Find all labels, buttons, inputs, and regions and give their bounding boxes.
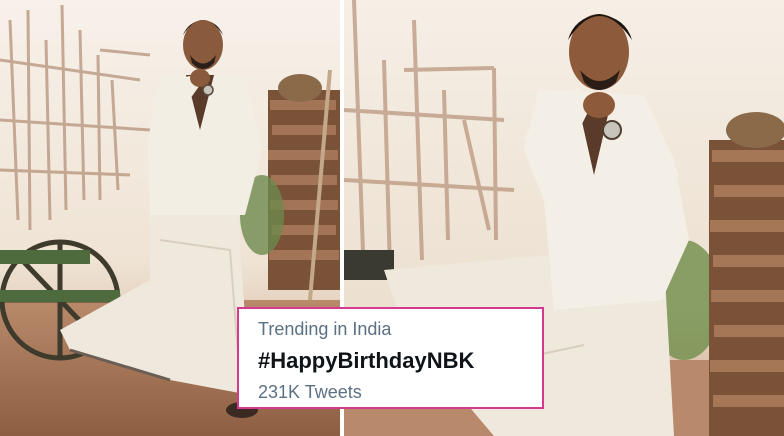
trend-tweet-count: 231K Tweets xyxy=(258,382,362,402)
trend-card[interactable]: Trending in India #HappyBirthdayNBK 231K… xyxy=(237,307,544,409)
trend-hashtag[interactable]: #HappyBirthdayNBK xyxy=(258,347,542,375)
trend-context-label: Trending in India xyxy=(258,319,392,339)
